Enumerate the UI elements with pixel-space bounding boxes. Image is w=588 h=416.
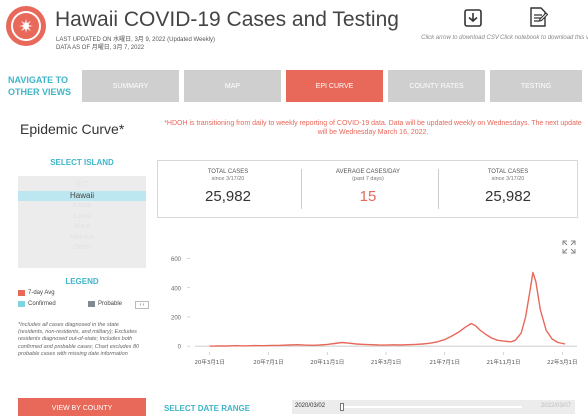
stat-divider (301, 169, 302, 209)
select-island-heading: SELECT ISLAND (50, 158, 114, 167)
legend-item-probable[interactable]: Probable (88, 301, 122, 307)
tab-county-rates[interactable]: COUNTY RATES (388, 70, 485, 102)
date-range-heading: SELECT DATE RANGE (164, 404, 251, 413)
data-as-of-text: DATA AS OF 月曜日, 3月 7, 2022 (56, 45, 145, 51)
legend-pager-button[interactable]: ‹ › (135, 301, 149, 309)
navigate-label-line1: NAVIGATE TO (8, 75, 69, 85)
stat-label: AVERAGE CASES/DAY (335, 169, 401, 175)
seal-icon (11, 11, 41, 41)
stat-label: TOTAL CASES (487, 169, 529, 175)
date-range-start: 2020/03/02 (295, 403, 326, 409)
update-info: LAST UPDATED ON 水曜日, 3月 9, 2022 (Updated… (56, 36, 215, 52)
x-tick-label: 21年3月1日 (371, 358, 402, 366)
stat-label: TOTAL CASES (207, 169, 249, 175)
tab-epi-curve[interactable]: EPI CURVE (286, 70, 383, 102)
y-tick-label: 400 (171, 286, 182, 292)
download-view-hint: Click notebook to download this view (500, 35, 588, 41)
y-tick-label: 600 (171, 257, 182, 263)
date-range-end: 2022/03/07 (540, 403, 571, 409)
legend-item-confirmed[interactable]: Confirmed (18, 301, 56, 307)
stat-value: 25,982 (485, 188, 531, 205)
y-tick-label: 0 (178, 345, 182, 351)
series-line-7day-avg (209, 271, 566, 347)
stat-average-cases: AVERAGE CASES/DAY (past 7 days) 15 (313, 169, 423, 205)
date-range-slider[interactable]: 2020/03/02 2022/03/07 (292, 400, 575, 414)
legend-swatch-confirmed (18, 301, 25, 307)
legend-swatch-probable (88, 301, 95, 307)
island-option-hawaii[interactable]: Hawaii (18, 190, 146, 201)
section-title: Epidemic Curve* (20, 121, 125, 137)
download-csv-hint: Click arrow to download CSV (421, 35, 499, 41)
page-title: Hawaii COVID-19 Cases and Testing (55, 8, 399, 31)
stat-sublabel: since 3/17/20 (211, 176, 245, 182)
legend-item-7day[interactable]: 7-day Avg (18, 290, 55, 296)
download-arrow-icon[interactable] (463, 8, 483, 28)
tab-testing[interactable]: TESTING (490, 70, 582, 102)
x-tick-label: 20年11月1日 (310, 358, 344, 366)
stat-divider (438, 169, 439, 209)
legend-label-probable: Probable (98, 301, 123, 307)
last-updated-text: LAST UPDATED ON 水曜日, 3月 9, 2022 (Updated… (56, 37, 216, 43)
island-option-molokai[interactable]: Molokai (18, 233, 146, 244)
stat-total-cases-left: TOTAL CASES since 3/17/20 25,982 (178, 169, 278, 205)
stat-sublabel: since 3/17/20 (491, 176, 525, 182)
stat-total-cases-right: TOTAL CASES since 3/17/20 25,982 (458, 169, 558, 205)
x-tick-label: 20年7月1日 (253, 358, 284, 366)
stats-panel: TOTAL CASES since 3/17/20 25,982 AVERAGE… (157, 160, 578, 218)
hawaii-doh-logo (6, 6, 46, 46)
legend-swatch-7day (18, 290, 25, 296)
y-tick-label: 200 (171, 315, 182, 321)
navigate-label: NAVIGATE TO OTHER VIEWS (8, 74, 71, 98)
island-option-maui[interactable]: Maui (18, 222, 146, 233)
island-option-kauai[interactable]: Kauai (18, 201, 146, 212)
x-tick-label: 21年7月1日 (430, 358, 461, 366)
x-tick-label: 21年11月1日 (487, 358, 521, 366)
legend-heading: LEGEND (65, 277, 99, 286)
view-by-county-button[interactable]: VIEW BY COUNTY (18, 398, 146, 416)
island-option-all[interactable]: 全て (18, 180, 146, 191)
stat-value: 15 (359, 188, 377, 205)
epi-curve-chart[interactable]: 0 200 400 600 20年3月1日 20年7月1日 20年11月1日 21年3月1日 2… (165, 240, 585, 375)
tab-summary[interactable]: SUMMARY (82, 70, 179, 102)
x-tick-label: 22年3月1日 (547, 358, 578, 366)
island-option-oahu[interactable]: Oahu (18, 243, 146, 254)
stat-value: 25,982 (205, 188, 251, 205)
x-tick-label: 20年3月1日 (194, 358, 225, 366)
notebook-icon[interactable] (528, 5, 548, 29)
stat-sublabel: (past 7 days) (352, 176, 384, 182)
legend-label-confirmed: Confirmed (28, 301, 56, 307)
reporting-notice: *HDOH is transitioning from daily to wee… (164, 120, 582, 136)
island-option-lanai[interactable]: Lanai (18, 212, 146, 223)
navigate-label-line2: OTHER VIEWS (8, 87, 72, 97)
legend-label-7day: 7-day Avg (28, 290, 55, 296)
tab-map[interactable]: MAP (184, 70, 281, 102)
slider-track[interactable] (344, 406, 522, 408)
chart-footnote: *Includes all cases diagnosed in the sta… (18, 322, 140, 357)
island-list[interactable]: 全て Hawaii Kauai Lanai Maui Molokai Oahu (18, 176, 146, 268)
